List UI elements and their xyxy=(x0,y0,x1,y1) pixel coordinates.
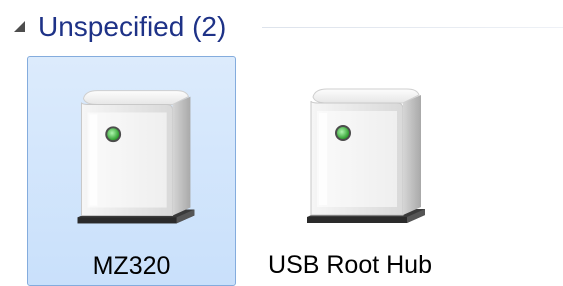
collapse-arrow-icon[interactable] xyxy=(12,19,28,35)
device-label: USB Root Hub xyxy=(268,251,432,279)
group-divider xyxy=(262,27,563,28)
group-title: Unspecified (2) xyxy=(38,11,227,42)
device-tower-icon xyxy=(307,88,425,223)
device-tile-mz320[interactable]: MZ320 xyxy=(27,56,236,286)
device-label: MZ320 xyxy=(92,252,171,280)
group-header-unspecified[interactable]: Unspecified (2) xyxy=(0,0,563,52)
device-tower-icon xyxy=(77,90,195,224)
device-tile-usb-root-hub[interactable]: USB Root Hub xyxy=(250,56,450,286)
